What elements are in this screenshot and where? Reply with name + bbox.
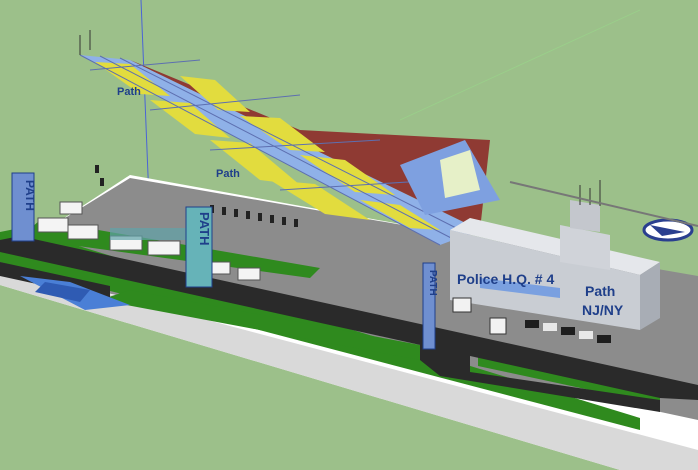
hq-path-sign: Path (585, 283, 615, 299)
canopy-sign-upper: Path (117, 86, 141, 98)
model-viewport[interactable]: Path Path PATH PATH PATH Police H.Q. # 4… (0, 0, 698, 470)
pylon-right-label: PATH (427, 270, 438, 296)
pylon-sign-left: PATH (11, 172, 37, 242)
pylon-left-label: PATH (23, 180, 37, 211)
pylon-center-label: PATH (197, 212, 212, 245)
hq-title-sign: Police H.Q. # 4 (457, 271, 554, 287)
service-booth (452, 297, 472, 313)
3d-scene[interactable]: Path Path PATH PATH PATH Police H.Q. # 4… (0, 0, 698, 470)
pylon-sign-center: PATH (185, 206, 213, 288)
canopy-sign-lower: Path (216, 168, 240, 180)
hq-region-sign: NJ/NY (582, 302, 624, 318)
guard-booth (489, 317, 507, 335)
hq-tower-top (570, 200, 600, 232)
bus-shelter (110, 228, 190, 240)
